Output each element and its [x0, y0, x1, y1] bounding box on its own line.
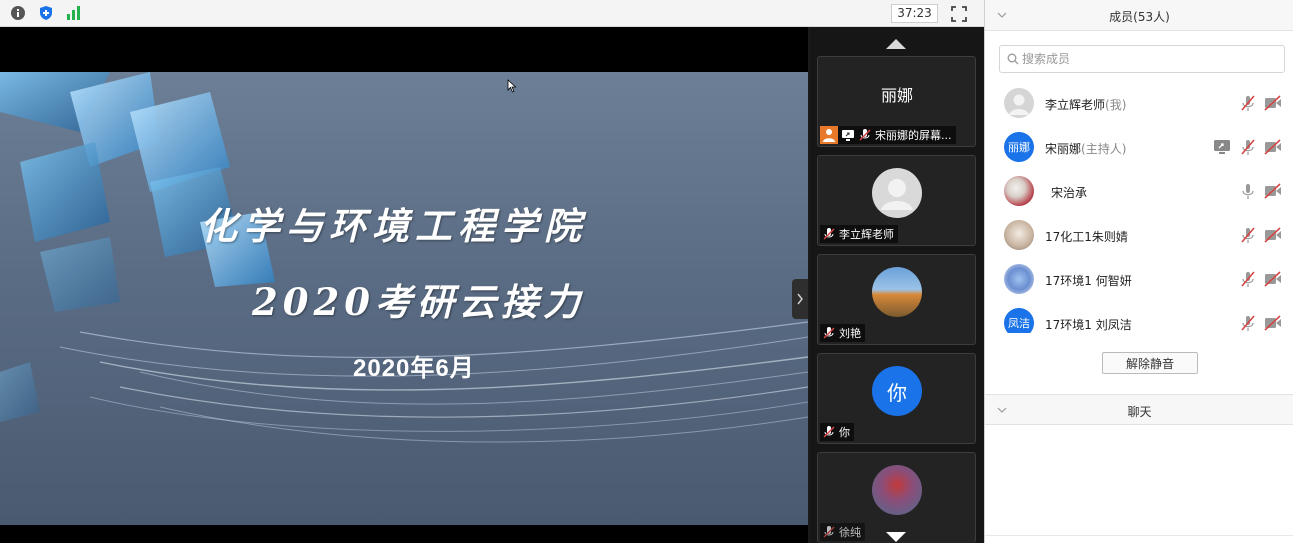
- camera-off-icon[interactable]: [1264, 138, 1282, 156]
- member-name: 宋丽娜(主持人): [1045, 142, 1127, 156]
- default-user-icon: [872, 168, 922, 218]
- members-header[interactable]: 成员(53人): [985, 0, 1293, 31]
- video-thumbnail[interactable]: 徐纯: [817, 452, 976, 543]
- mic-muted-icon: [823, 526, 835, 538]
- slide-subtitle: 2020考研云接力: [252, 280, 585, 324]
- mic-muted-icon: [823, 426, 835, 438]
- participant-label-bar: 李立辉老师: [820, 225, 898, 243]
- chat-title: 聊天: [1127, 405, 1152, 419]
- member-avatar: [1004, 220, 1034, 250]
- meeting-toolbar: 37:23: [0, 0, 984, 27]
- default-user-icon: [1009, 94, 1029, 115]
- avatar-initials: 你: [887, 380, 907, 405]
- divider: [985, 535, 1293, 536]
- participant-avatar: [872, 465, 922, 515]
- participant-name: 徐纯: [839, 526, 861, 539]
- member-name: 17环境1 刘凤洁: [1045, 318, 1132, 332]
- shared-screen-area: 化学与环境工程学院 2020考研云接力 2020年6月: [0, 27, 808, 543]
- member-tag: (我): [1105, 98, 1127, 112]
- meeting-window: 37:23 化学与环境工程学院 2020考研云接力 2020年6月 丽娜 宋丽娜…: [0, 0, 1293, 543]
- video-thumbnail[interactable]: 丽娜 宋丽娜的屏幕...: [817, 56, 976, 147]
- member-search-box[interactable]: [999, 45, 1285, 73]
- participant-label-bar: 刘艳: [820, 324, 865, 342]
- members-title: 成员(53人): [1109, 10, 1170, 24]
- participant-name: 刘艳: [839, 327, 861, 340]
- side-panel: 成员(53人) 李立辉老师(我): [984, 0, 1293, 543]
- participant-name: 你: [839, 426, 850, 439]
- info-icon[interactable]: [10, 5, 26, 21]
- mic-muted-icon[interactable]: [1239, 226, 1257, 244]
- participant-avatar: [872, 267, 922, 317]
- collapse-thumbnails-handle[interactable]: [792, 279, 808, 319]
- member-avatar: 丽娜: [1004, 132, 1034, 162]
- mouse-cursor-icon: [507, 79, 517, 93]
- avatar-initials: 丽娜: [1008, 141, 1030, 154]
- host-icon: [820, 126, 838, 144]
- camera-off-icon[interactable]: [1264, 314, 1282, 332]
- fullscreen-icon[interactable]: [950, 5, 968, 23]
- mic-muted-icon[interactable]: [1239, 94, 1257, 112]
- video-thumbnail[interactable]: 刘艳: [817, 254, 976, 345]
- video-thumbnail[interactable]: 你 你: [817, 353, 976, 444]
- slide-date: 2020年6月: [353, 355, 475, 382]
- scroll-down-icon[interactable]: [885, 531, 907, 543]
- member-avatar: 凤洁: [1004, 308, 1034, 333]
- video-thumbnail[interactable]: 李立辉老师: [817, 155, 976, 246]
- member-tag: (主持人): [1081, 142, 1127, 156]
- participant-avatar: 你: [872, 366, 922, 416]
- mic-muted-icon: [823, 327, 835, 339]
- participant-name: 宋丽娜的屏幕...: [875, 129, 952, 142]
- member-name: 17化工1朱则婧: [1045, 230, 1128, 244]
- avatar-initials: 丽娜: [880, 86, 913, 105]
- member-row[interactable]: 凤洁 17环境1 刘凤洁: [985, 302, 1293, 333]
- scroll-up-icon[interactable]: [885, 38, 907, 50]
- mic-muted-icon: [859, 129, 871, 141]
- mic-muted-icon: [823, 228, 835, 240]
- member-name: 宋治承: [1051, 186, 1088, 200]
- avatar-initials: 凤洁: [1008, 317, 1030, 330]
- participant-avatar: [872, 168, 922, 218]
- camera-off-icon[interactable]: [1264, 182, 1282, 200]
- camera-off-icon[interactable]: [1264, 94, 1282, 112]
- participant-label-bar: 徐纯: [820, 523, 865, 541]
- signal-icon[interactable]: [66, 5, 82, 21]
- member-row[interactable]: 17环境1 何智妍: [985, 258, 1293, 302]
- member-search-input[interactable]: [1022, 50, 1272, 68]
- slide-title: 化学与环境工程学院: [200, 204, 587, 248]
- participant-label-bar: 宋丽娜的屏幕...: [820, 126, 956, 144]
- camera-off-icon[interactable]: [1264, 226, 1282, 244]
- participant-label-bar: 你: [820, 423, 854, 441]
- camera-off-icon[interactable]: [1264, 270, 1282, 288]
- chat-header[interactable]: 聊天: [985, 394, 1293, 425]
- screen-share-icon[interactable]: [1213, 138, 1231, 156]
- member-row[interactable]: 17化工1朱则婧: [985, 214, 1293, 258]
- presentation-slide: 化学与环境工程学院 2020考研云接力 2020年6月: [0, 72, 808, 525]
- member-row[interactable]: 宋治承: [985, 170, 1293, 214]
- chevron-right-icon: [797, 293, 803, 305]
- member-name: 17环境1 何智妍: [1045, 274, 1132, 288]
- mic-muted-icon[interactable]: [1239, 138, 1257, 156]
- shield-icon[interactable]: [38, 5, 54, 21]
- search-icon: [1007, 53, 1019, 65]
- member-avatar: [1004, 88, 1034, 118]
- mic-muted-icon[interactable]: [1239, 314, 1257, 332]
- unmute-all-button[interactable]: 解除静音: [1102, 352, 1198, 374]
- member-avatar: [1004, 176, 1034, 206]
- member-row[interactable]: 丽娜 宋丽娜(主持人): [985, 126, 1293, 170]
- member-row[interactable]: 李立辉老师(我): [985, 82, 1293, 126]
- screen-share-icon: [842, 130, 854, 141]
- participant-avatar: 丽娜: [872, 69, 922, 119]
- member-list: 李立辉老师(我) 丽娜 宋丽娜(主持人) 宋治承 17化工1朱则婧 17环境1 …: [985, 82, 1293, 333]
- mic-icon[interactable]: [1239, 182, 1257, 200]
- member-name: 李立辉老师(我): [1045, 98, 1127, 112]
- participant-name: 李立辉老师: [839, 228, 894, 241]
- member-avatar: [1004, 264, 1034, 294]
- meeting-timer: 37:23: [891, 4, 938, 23]
- mic-muted-icon[interactable]: [1239, 270, 1257, 288]
